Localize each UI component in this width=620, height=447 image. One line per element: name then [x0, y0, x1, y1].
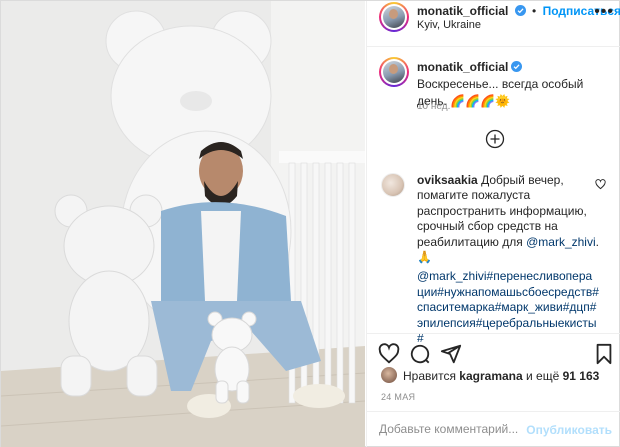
- comment-body: oviksaakia Добрый вечер, помагите пожалу…: [417, 173, 599, 346]
- caption-username[interactable]: monatik_official: [417, 60, 508, 74]
- heart-icon[interactable]: [378, 343, 400, 365]
- author-avatar[interactable]: [379, 2, 409, 32]
- publish-button[interactable]: Опубликовать: [526, 423, 612, 437]
- post-header: monatik_official • Подписаться Kyiv, Ukr…: [367, 1, 620, 47]
- post-date: 24 МАЯ: [381, 392, 416, 402]
- likes-text[interactable]: Нравится kagramana и ещё 91 163: [403, 369, 599, 383]
- caption-time: 10 нед.: [417, 101, 451, 112]
- photo-illustration: [1, 1, 365, 447]
- bookmark-icon[interactable]: [593, 343, 615, 365]
- verified-icon: [514, 5, 526, 16]
- more-options-icon[interactable]: •••: [594, 4, 614, 20]
- comment-mention[interactable]: @mark_zhivi: [526, 235, 596, 249]
- share-icon[interactable]: [440, 343, 462, 365]
- plus-circle-icon[interactable]: [485, 129, 505, 149]
- dot-separator: •: [532, 4, 537, 18]
- verified-icon: [511, 61, 523, 72]
- likes-line: Нравится kagramana и ещё 91 163: [381, 367, 616, 385]
- post-photo[interactable]: [1, 1, 365, 447]
- add-comment-bar: Опубликовать: [367, 411, 620, 447]
- instagram-post: monatik_official • Подписаться Kyiv, Ukr…: [0, 0, 620, 447]
- comment-input[interactable]: [379, 422, 549, 436]
- post-sidebar: monatik_official • Подписаться Kyiv, Ukr…: [366, 1, 620, 447]
- commenter-avatar[interactable]: [381, 173, 405, 197]
- comment-icon[interactable]: [409, 343, 431, 365]
- author-username[interactable]: monatik_official: [417, 4, 508, 18]
- liker-avatar[interactable]: [381, 367, 397, 383]
- commenter-username[interactable]: oviksaakia: [417, 173, 478, 187]
- caption-avatar[interactable]: [379, 57, 409, 87]
- like-comment-heart-icon[interactable]: [595, 179, 606, 190]
- header-line: monatik_official • Подписаться: [417, 4, 620, 18]
- location-link[interactable]: Kyiv, Ukraine: [417, 19, 481, 31]
